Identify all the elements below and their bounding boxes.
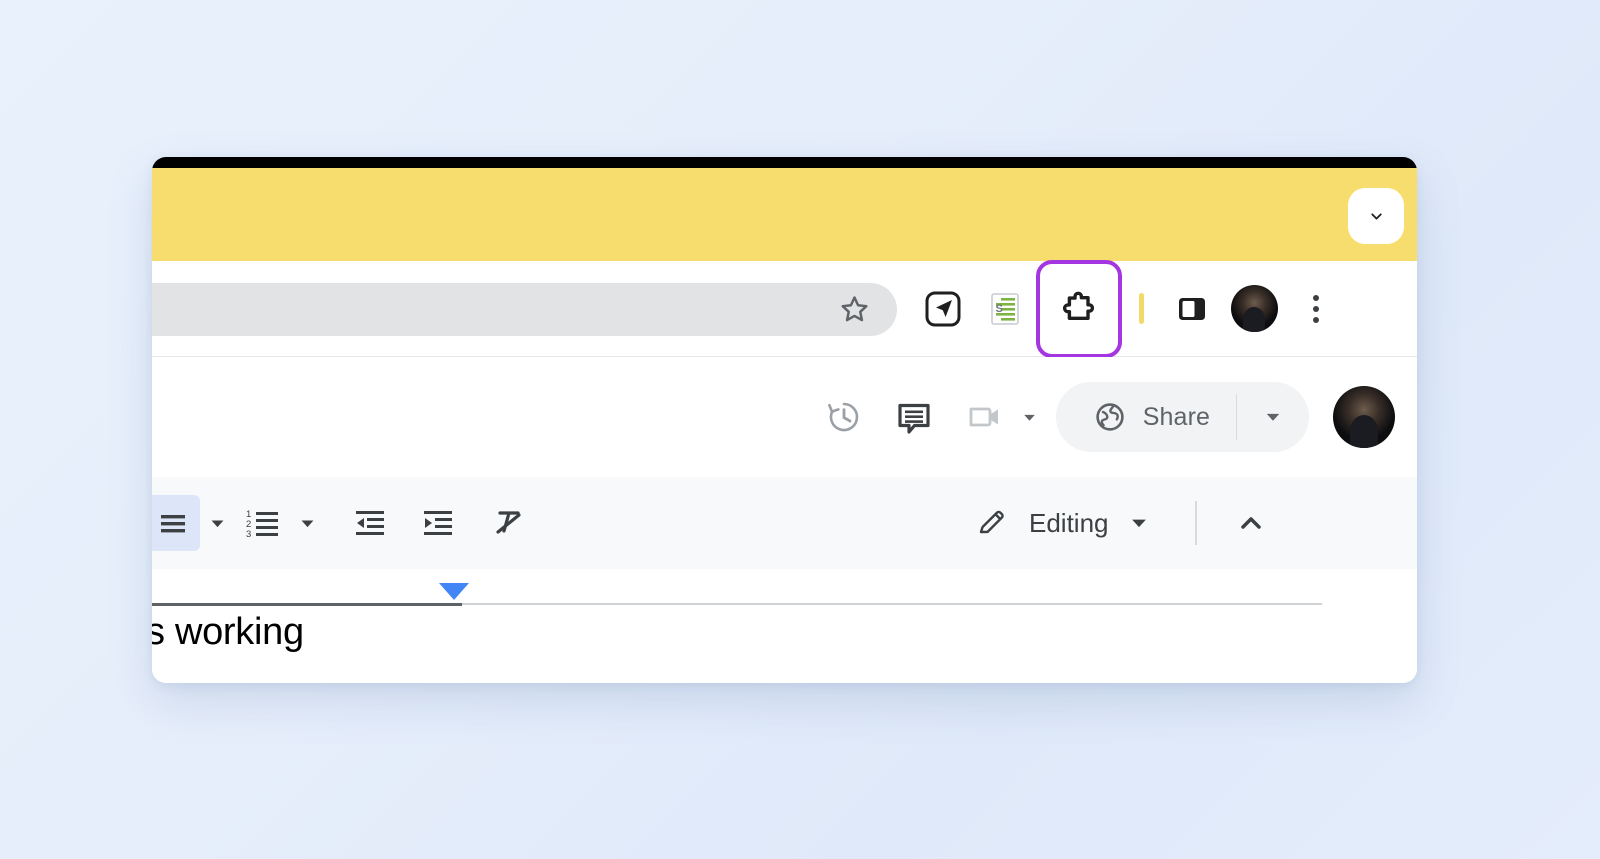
- browser-window: S Share 1 2 3 Editing s working: [152, 157, 1417, 683]
- numbered-list-icon: 1 2 3: [246, 509, 278, 540]
- join-meeting-group[interactable]: [949, 382, 1038, 452]
- editing-mode-caret[interactable]: [1109, 495, 1169, 551]
- side-panel-icon: [1179, 297, 1205, 320]
- clear-formatting-button[interactable]: [480, 495, 536, 551]
- tab-strip-band: [152, 168, 1417, 261]
- chevron-down-icon: [1370, 212, 1382, 220]
- toolbar-icon-group: S: [912, 259, 1417, 358]
- caret-down-icon: [1131, 519, 1146, 528]
- docs-header-bar: Share: [152, 357, 1417, 477]
- profile-avatar-button[interactable]: [1223, 278, 1285, 340]
- line-spacing-caret[interactable]: [200, 495, 234, 551]
- grammar-checker-extension-button[interactable]: S: [974, 278, 1036, 340]
- caret-down-icon: [301, 520, 313, 527]
- editing-mode-button[interactable]: Editing: [977, 508, 1109, 539]
- ruler-inactive-segment: [462, 603, 1322, 605]
- decrease-indent-icon: [356, 511, 384, 535]
- clear-formatting-icon: [496, 511, 521, 534]
- decrease-indent-button[interactable]: [342, 495, 398, 551]
- share-label: Share: [1142, 402, 1210, 431]
- numbered-list-button[interactable]: 1 2 3: [234, 495, 290, 551]
- collapse-panel-button[interactable]: [1348, 188, 1404, 244]
- caret-down-icon[interactable]: [1021, 409, 1038, 426]
- join-meeting-button[interactable]: [949, 382, 1019, 452]
- editing-mode-label: Editing: [1029, 507, 1109, 538]
- caret-down-icon: [211, 520, 223, 527]
- format-toolbar: 1 2 3 Editing: [152, 477, 1417, 569]
- increase-indent-button[interactable]: [410, 495, 466, 551]
- history-clock-icon: [827, 402, 859, 432]
- document-text: s working: [152, 611, 304, 653]
- line-spacing-button[interactable]: [152, 495, 200, 551]
- address-bar[interactable]: [152, 283, 897, 336]
- window-title-strip: [152, 157, 1417, 168]
- cursor-pointer-extension-icon: [925, 291, 961, 326]
- version-history-button[interactable]: [809, 382, 879, 452]
- cursor-pointer-extension-button[interactable]: [912, 278, 974, 340]
- pencil-icon: [979, 510, 1004, 534]
- chevron-up-icon: [1240, 517, 1261, 529]
- svg-text:3: 3: [246, 529, 251, 540]
- ruler: [152, 603, 1417, 606]
- side-panel-button[interactable]: [1161, 278, 1223, 340]
- share-button[interactable]: Share: [1056, 382, 1236, 452]
- share-button-group: Share: [1055, 382, 1309, 452]
- show-comments-button[interactable]: [879, 382, 949, 452]
- browser-toolbar: S: [152, 259, 1417, 358]
- video-camera-icon: [969, 407, 998, 427]
- extensions-puzzle-button[interactable]: [1036, 259, 1122, 358]
- avatar: [1230, 285, 1278, 332]
- svg-text:S: S: [996, 303, 1003, 315]
- document-canvas[interactable]: s working 31: [152, 569, 1417, 683]
- comment-bubble-icon: [898, 403, 930, 434]
- star-icon[interactable]: [838, 293, 871, 326]
- left-indent-marker[interactable]: [439, 583, 469, 600]
- toolbar-divider: [1194, 501, 1197, 545]
- increase-indent-icon: [424, 511, 452, 535]
- numbered-list-caret[interactable]: [290, 495, 324, 551]
- toolbar-divider: [1139, 293, 1144, 324]
- account-avatar[interactable]: [1333, 386, 1395, 448]
- line-spacing-icon: [161, 515, 185, 533]
- chrome-menu-button[interactable]: [1285, 278, 1347, 340]
- share-options-caret[interactable]: [1237, 382, 1309, 452]
- format-tools-right: Editing: [977, 477, 1279, 569]
- extensions-puzzle-icon: [1062, 291, 1095, 320]
- ruler-active-segment: [152, 603, 462, 606]
- chrome-menu-icon: [1313, 294, 1319, 323]
- caret-down-icon: [1266, 413, 1280, 421]
- collapse-toolbar-button[interactable]: [1223, 495, 1279, 551]
- grammar-checker-extension-icon: S: [991, 292, 1019, 325]
- globe-icon: [1096, 403, 1124, 431]
- format-tools-left: 1 2 3: [152, 477, 536, 569]
